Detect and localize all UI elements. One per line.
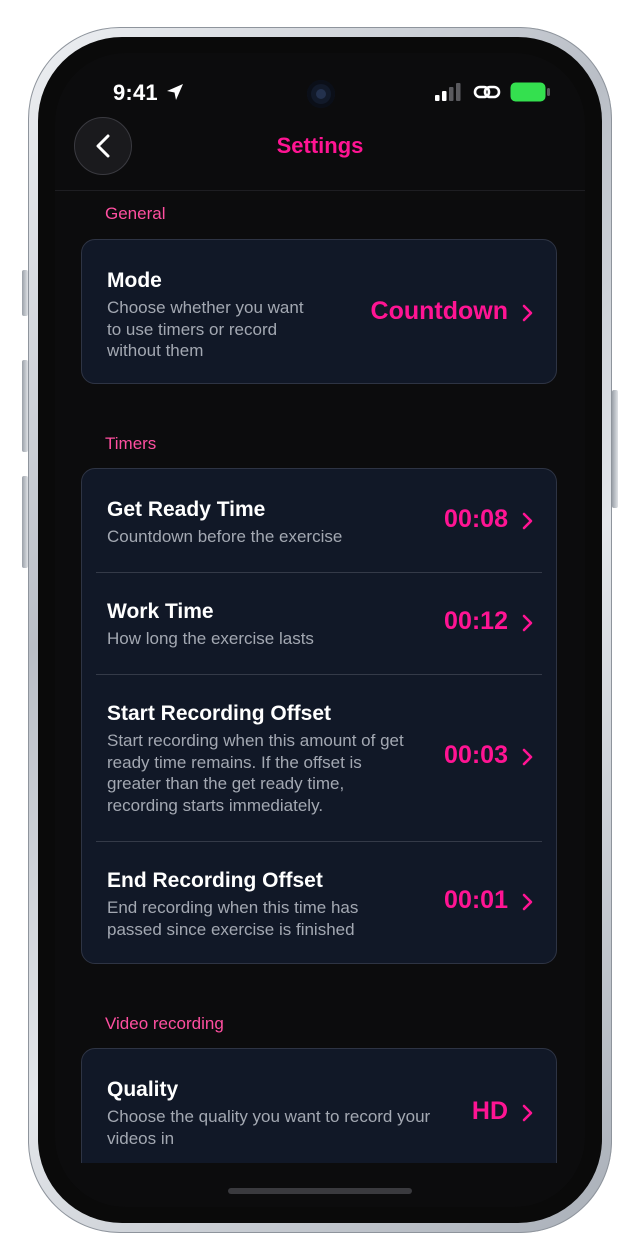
setting-value: 00:08 bbox=[444, 505, 508, 533]
setting-description: Start recording when this amount of get … bbox=[107, 731, 404, 815]
section-header-general: General bbox=[105, 204, 166, 223]
setting-title: Work Time bbox=[107, 600, 214, 623]
setting-description: Choose the quality you want to record yo… bbox=[107, 1107, 431, 1148]
setting-row-mode[interactable]: Mode Choose whether you want to use time… bbox=[82, 240, 556, 383]
setting-title: End Recording Offset bbox=[107, 869, 323, 892]
setting-value: 00:03 bbox=[444, 741, 508, 769]
chevron-right-icon bbox=[522, 1104, 533, 1122]
card-general: Mode Choose whether you want to use time… bbox=[81, 239, 557, 384]
volume-up-button bbox=[22, 360, 28, 452]
card-timers: Get Ready Time Countdown before the exer… bbox=[81, 468, 557, 964]
setting-title: Start Recording Offset bbox=[107, 702, 332, 725]
action-button bbox=[22, 270, 28, 316]
battery-icon bbox=[510, 82, 550, 102]
status-time: 9:41 bbox=[113, 80, 158, 105]
setting-description: End recording when this time has passed … bbox=[107, 898, 359, 939]
page-title: Settings bbox=[276, 133, 364, 158]
setting-title: Mode bbox=[107, 269, 162, 292]
section-header-timers: Timers bbox=[105, 434, 157, 453]
setting-row-get-ready-time[interactable]: Get Ready Time Countdown before the exer… bbox=[82, 469, 556, 572]
chevron-right-icon bbox=[522, 893, 533, 911]
chevron-right-icon bbox=[522, 748, 533, 766]
setting-value: HD bbox=[471, 1097, 508, 1125]
link-icon bbox=[473, 85, 501, 99]
setting-value: Countdown bbox=[370, 297, 508, 325]
chevron-right-icon bbox=[522, 304, 533, 322]
location-arrow-icon bbox=[167, 84, 183, 100]
navigation-bar: Settings bbox=[55, 115, 585, 191]
front-camera bbox=[307, 80, 335, 108]
setting-row-end-recording-offset[interactable]: End Recording Offset End recording when … bbox=[82, 841, 556, 963]
volume-down-button bbox=[22, 476, 28, 568]
home-indicator[interactable] bbox=[228, 1188, 412, 1194]
chevron-right-icon bbox=[522, 512, 533, 530]
setting-title: Get Ready Time bbox=[107, 498, 266, 521]
power-button bbox=[612, 390, 618, 508]
setting-value: 00:01 bbox=[444, 886, 508, 914]
bottom-safe-area bbox=[55, 1163, 585, 1207]
setting-title: Quality bbox=[107, 1078, 179, 1101]
section-header-video-recording: Video recording bbox=[105, 1014, 224, 1033]
cellular-signal-icon bbox=[435, 83, 461, 101]
setting-row-work-time[interactable]: Work Time How long the exercise lasts 00… bbox=[82, 572, 556, 674]
chevron-right-icon bbox=[522, 614, 533, 632]
setting-value: 00:12 bbox=[444, 607, 508, 635]
setting-description: Choose whether you want to use timers or… bbox=[107, 298, 304, 360]
setting-description: Countdown before the exercise bbox=[107, 527, 343, 546]
screen: 9:41 Settings General Mode Choose whethe… bbox=[55, 53, 585, 1207]
setting-row-start-recording-offset[interactable]: Start Recording Offset Start recording w… bbox=[82, 674, 556, 841]
setting-description: How long the exercise lasts bbox=[107, 629, 314, 648]
